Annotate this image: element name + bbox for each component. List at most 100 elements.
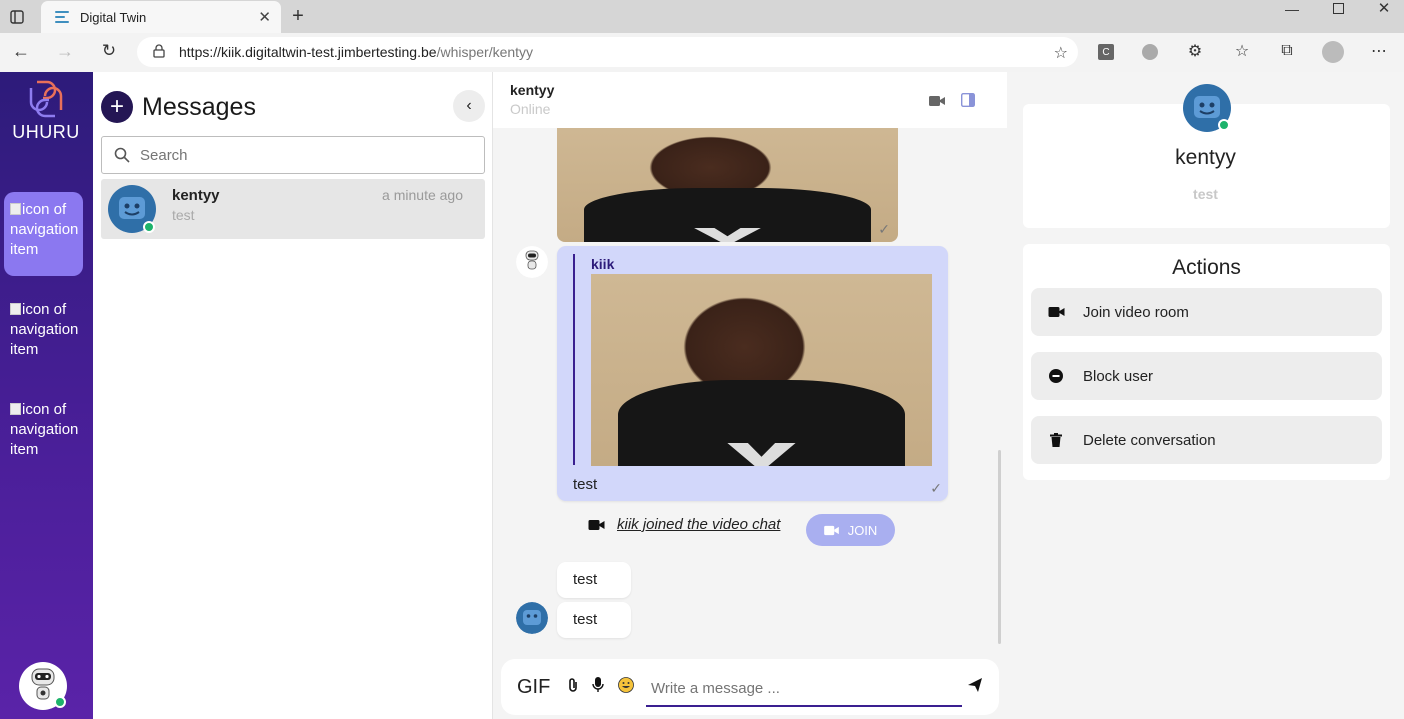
message-composer: GIF [501, 659, 999, 715]
video-icon [1045, 306, 1067, 318]
read-check-icon: ✓ [930, 480, 942, 496]
collections-icon[interactable]: ⧉ [1278, 42, 1296, 60]
forward-icon[interactable]: → [56, 41, 74, 61]
text-message[interactable]: test [557, 602, 631, 638]
favorites-icon[interactable]: ☆ [1233, 42, 1251, 60]
action-label: Join video room [1083, 303, 1189, 321]
close-tab-icon[interactable]: ✕ [258, 8, 271, 26]
conversation-preview: test [172, 207, 195, 223]
messages-panel: + Messages ‹ kentyy a minute ago test [93, 72, 493, 719]
url-host: https://kiik.digitaltwin-test.jimbertest… [179, 44, 437, 60]
favorite-add-icon[interactable]: ☆ [1054, 43, 1068, 63]
more-menu-icon[interactable]: ⋯ [1370, 42, 1388, 60]
video-call-icon[interactable] [929, 94, 945, 112]
maximize-icon[interactable] [1330, 1, 1346, 15]
message-input[interactable] [646, 671, 962, 707]
join-label: JOIN [847, 522, 878, 538]
block-user-button[interactable]: Block user [1031, 352, 1382, 400]
online-indicator [54, 696, 66, 708]
extension-globe-icon[interactable] [1142, 44, 1158, 60]
toggle-sidebar-icon[interactable] [960, 92, 976, 112]
nav-item-3[interactable]: icon of navigation item [4, 392, 83, 476]
system-message: kiik joined the video chat [588, 516, 780, 533]
broken-image-icon [10, 403, 21, 415]
nav-item-1[interactable]: icon of navigation item [4, 192, 83, 276]
broken-image-icon [10, 303, 21, 315]
attachment-icon[interactable] [568, 677, 578, 698]
online-indicator [1218, 119, 1230, 131]
browser-tab[interactable]: Digital Twin ✕ [41, 1, 281, 33]
user-avatar[interactable] [19, 662, 67, 710]
image-message-1[interactable]: ✓ [557, 122, 898, 242]
reload-icon[interactable]: ↻ [100, 41, 118, 60]
block-icon [1045, 369, 1067, 383]
favicon-icon [55, 11, 69, 23]
tab-actions-icon[interactable] [8, 8, 26, 26]
search-icon [114, 147, 130, 163]
profile-status: test [1193, 186, 1218, 202]
action-label: Delete conversation [1083, 431, 1216, 449]
collapse-panel-button[interactable]: ‹ [453, 90, 485, 122]
tab-title: Digital Twin [80, 9, 147, 25]
emoji-icon[interactable] [618, 676, 635, 698]
chat-area: kentyy Online ✓ kiik test ✓ kiik joined … [493, 72, 1007, 719]
conversation-name: kentyy [172, 187, 220, 204]
messages-header: + Messages [101, 91, 256, 123]
nav-item-2[interactable]: icon of navigation item [4, 292, 83, 376]
online-indicator [143, 221, 155, 233]
actions-title: Actions [1172, 256, 1241, 279]
brand-name: UHURU [12, 122, 80, 142]
chat-scrollbar[interactable] [998, 450, 1001, 644]
microphone-icon[interactable] [592, 676, 605, 698]
extensions-icon[interactable]: ⚙ [1186, 42, 1204, 60]
send-icon[interactable] [967, 677, 983, 698]
quote-bar [573, 254, 575, 465]
new-message-button[interactable]: + [101, 91, 133, 123]
url-path: /whisper/kentyy [436, 44, 534, 60]
details-panel: kentyy test Actions Join video room Bloc… [1007, 72, 1404, 719]
gif-button[interactable]: GIF [517, 676, 550, 699]
left-navigation: UHURU icon of navigation item icon of na… [0, 72, 93, 719]
back-icon[interactable]: ← [12, 41, 30, 61]
broken-image-icon [10, 203, 21, 215]
reply-author: kiik [591, 256, 615, 272]
browser-chrome: Digital Twin ✕ + — ✕ ← → ↻ https://kiik.… [0, 0, 1404, 72]
system-message-link[interactable]: kiik joined the video chat [617, 516, 780, 533]
trash-icon [1045, 433, 1067, 447]
app: UHURU icon of navigation item icon of na… [0, 72, 1404, 719]
video-icon [588, 519, 605, 530]
profile-name: kentyy [1175, 146, 1236, 169]
contact-avatar-small [516, 602, 548, 634]
quoted-image[interactable] [591, 274, 932, 466]
extension-c-icon[interactable]: C [1098, 44, 1114, 60]
actions-card: Actions Join video room Block user Delet… [1023, 244, 1390, 480]
sender-avatar [516, 246, 548, 278]
join-video-button[interactable]: JOIN [806, 514, 895, 546]
action-label: Block user [1083, 367, 1154, 385]
text-message[interactable]: test [557, 562, 631, 598]
chat-header: kentyy Online [493, 72, 1007, 128]
address-bar[interactable]: https://kiik.digitaltwin-test.jimbertest… [137, 37, 1078, 67]
read-check-icon: ✓ [878, 221, 890, 237]
conversation-item[interactable]: kentyy a minute ago test [101, 179, 485, 239]
search-input[interactable] [140, 146, 460, 164]
chat-contact-status: Online [510, 101, 551, 117]
minimize-icon[interactable]: — [1284, 1, 1300, 17]
join-video-room-button[interactable]: Join video room [1031, 288, 1382, 336]
video-icon [823, 525, 839, 535]
tab-strip: Digital Twin ✕ + — ✕ [0, 0, 1404, 33]
brand-logo[interactable]: UHURU [10, 78, 82, 143]
conversation-time: a minute ago [382, 187, 463, 203]
profile-icon[interactable] [1322, 41, 1344, 63]
delete-conversation-button[interactable]: Delete conversation [1031, 416, 1382, 464]
reply-message[interactable]: kiik test ✓ [557, 246, 948, 501]
new-tab-icon[interactable]: + [288, 5, 308, 27]
message-text: test [573, 611, 598, 628]
message-text: test [573, 571, 598, 588]
messages-title: Messages [142, 92, 256, 121]
close-window-icon[interactable]: ✕ [1376, 0, 1392, 17]
lock-icon [153, 43, 165, 61]
chat-contact-name: kentyy [510, 82, 555, 98]
uhuru-logo-icon [29, 80, 63, 118]
search-box[interactable] [101, 136, 485, 174]
